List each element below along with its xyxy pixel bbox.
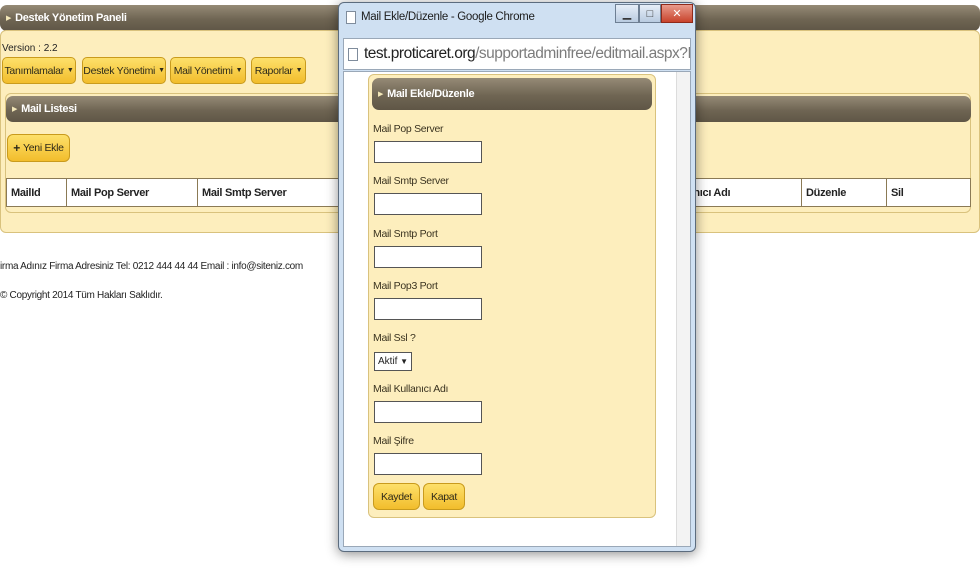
ssl-label: Mail Ssl ? — [373, 332, 416, 344]
app-title: Destek Yönetim Paneli — [15, 12, 127, 24]
version-text: Version : 2.2 — [2, 43, 58, 54]
scrollbar[interactable] — [676, 72, 690, 546]
pop-server-input[interactable] — [374, 141, 482, 163]
collapse-triangle-icon: ▶ — [6, 15, 12, 22]
column-header-pop-server[interactable]: Mail Pop Server — [66, 178, 198, 207]
pop3-port-label: Mail Pop3 Port — [373, 280, 438, 292]
column-header-edit[interactable]: Düzenle — [801, 178, 887, 207]
dropdown-caret-icon: ▼ — [158, 67, 165, 74]
dropdown-caret-icon: ▼ — [295, 67, 303, 74]
url-host: test.proticaret.org — [364, 45, 476, 62]
menu-mail-yonetimi[interactable]: Mail Yönetimi ▼ — [170, 57, 246, 84]
maximize-button[interactable]: □ — [639, 4, 661, 23]
close-button[interactable]: Kapat — [423, 483, 465, 510]
password-label: Mail Şifre — [373, 435, 414, 447]
menu-raporlar-label: Raporlar — [254, 64, 293, 77]
popup-window: Mail Ekle/Düzenle - Google Chrome ▁ □ ✕ … — [338, 2, 696, 552]
collapse-triangle-icon: ▶ — [378, 91, 384, 98]
page-icon — [348, 47, 358, 61]
menu-destek-yonetimi-label: Destek Yönetimi — [83, 64, 156, 77]
close-window-button[interactable]: ✕ — [661, 4, 693, 23]
column-header-username[interactable]: llanıcı Adı — [677, 178, 802, 207]
column-header-delete[interactable]: Sil — [886, 178, 971, 207]
mail-edit-form: ▶ Mail Ekle/Düzenle Mail Pop Server Mail… — [368, 74, 656, 518]
popup-content: ▶ Mail Ekle/Düzenle Mail Pop Server Mail… — [343, 71, 691, 547]
menu-tanimlamalar[interactable]: Tanımlamalar ▼ — [2, 57, 76, 84]
page-icon — [346, 11, 356, 24]
username-input[interactable] — [374, 401, 482, 423]
save-button[interactable]: Kaydet — [373, 483, 420, 510]
username-label: Mail Kullanıcı Adı — [373, 383, 449, 395]
smtp-port-label: Mail Smtp Port — [373, 228, 438, 240]
dropdown-caret-icon: ▼ — [235, 67, 243, 74]
chevron-down-icon: ▼ — [400, 357, 408, 366]
new-mail-button-label: Yeni Ekle — [23, 142, 64, 154]
password-input[interactable] — [374, 453, 482, 475]
minimize-icon: ▁ — [622, 8, 632, 20]
menu-destek-yonetimi[interactable]: Destek Yönetimi ▼ — [82, 57, 166, 84]
ssl-select[interactable]: Aktif ▼ — [374, 352, 412, 371]
close-icon: ✕ — [672, 8, 682, 20]
mail-edit-header: ▶ Mail Ekle/Düzenle — [372, 78, 652, 110]
popup-window-title: Mail Ekle/Düzenle - Google Chrome — [361, 11, 535, 23]
mail-list-title: Mail Listesi — [21, 103, 77, 115]
new-mail-button[interactable]: + Yeni Ekle — [7, 134, 70, 162]
minimize-button[interactable]: ▁ — [615, 4, 639, 23]
footer-copyright: © Copyright 2014 Tüm Hakları Saklıdır. — [0, 290, 163, 301]
menu-tanimlamalar-label: Tanımlamalar — [4, 64, 64, 77]
ssl-select-value: Aktif — [378, 356, 398, 367]
menu-mail-yonetimi-label: Mail Yönetimi — [173, 64, 233, 77]
pop-server-label: Mail Pop Server — [373, 123, 444, 135]
smtp-port-input[interactable] — [374, 246, 482, 268]
menu-raporlar[interactable]: Raporlar ▼ — [251, 57, 306, 84]
smtp-server-label: Mail Smtp Server — [373, 175, 449, 187]
save-button-label: Kaydet — [381, 490, 412, 503]
pop3-port-input[interactable] — [374, 298, 482, 320]
url-path: /supportadminfree/editmail.aspx?IND=0 — [475, 45, 691, 62]
dropdown-caret-icon: ▼ — [66, 67, 74, 74]
maximize-icon: □ — [646, 7, 654, 20]
footer-contact: irma Adınız Firma Adresiniz Tel: 0212 44… — [0, 261, 303, 272]
address-bar[interactable]: test.proticaret.org/supportadminfree/edi… — [343, 38, 691, 70]
mail-edit-title: Mail Ekle/Düzenle — [387, 88, 475, 100]
smtp-server-input[interactable] — [374, 193, 482, 215]
plus-icon: + — [13, 141, 20, 155]
close-button-label: Kapat — [431, 490, 457, 503]
collapse-triangle-icon: ▶ — [12, 106, 18, 113]
column-header-mailid[interactable]: MailId — [6, 178, 67, 207]
